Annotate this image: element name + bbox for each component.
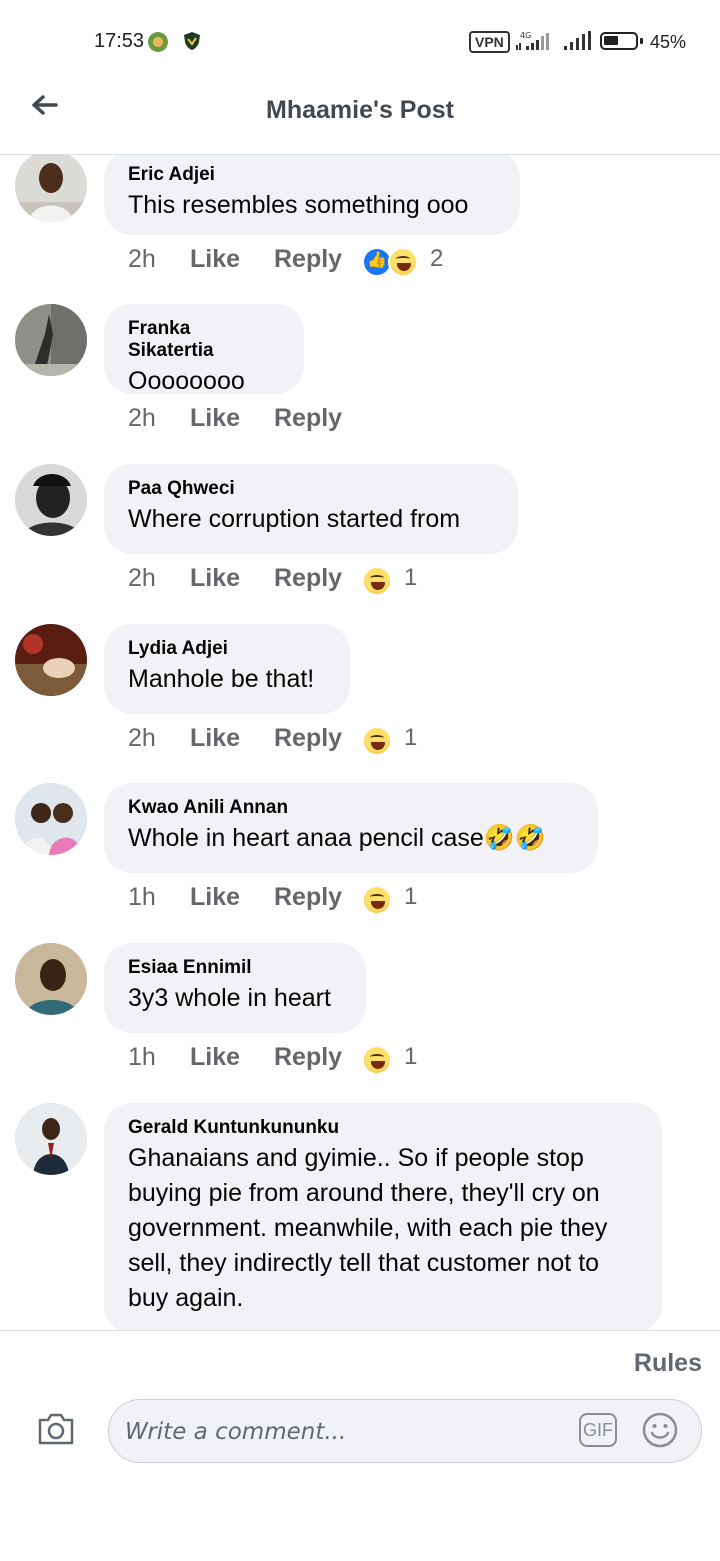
- comment-text: Where corruption started from: [128, 505, 461, 533]
- reactions-summary[interactable]: 1: [362, 883, 432, 915]
- reactions-summary[interactable]: 2: [362, 245, 452, 277]
- like-button[interactable]: Like: [190, 724, 240, 753]
- camera-icon[interactable]: [36, 1411, 76, 1447]
- reaction-count: 1: [404, 724, 418, 751]
- status-bar: 17:53 VPN 4G 45%: [0, 0, 720, 80]
- avatar[interactable]: [15, 304, 87, 376]
- comment-composer: Rules GIF: [0, 1330, 720, 1561]
- network-type: 4G: [520, 31, 531, 40]
- comment-text: Oooooooo: [128, 367, 245, 395]
- avatar[interactable]: [15, 464, 87, 536]
- avatar[interactable]: [15, 943, 87, 1015]
- signal-icon: 4G: [516, 31, 549, 50]
- reaction-count: 1: [404, 564, 418, 591]
- comment-text: Whole in heart anaa pencil case🤣🤣: [128, 824, 547, 852]
- comment-input-box[interactable]: GIF: [108, 1399, 702, 1463]
- comment-author[interactable]: Lydia Adjei: [128, 638, 326, 660]
- comment-bubble[interactable]: Esiaa Ennimil 3y3 whole in heart: [104, 943, 366, 1033]
- comment-bubble[interactable]: Lydia Adjei Manhole be that!: [104, 624, 350, 714]
- smiley-icon[interactable]: [641, 1411, 679, 1449]
- like-button[interactable]: Like: [190, 883, 240, 912]
- comment-input[interactable]: [123, 1410, 567, 1454]
- haha-reaction-icon: [362, 885, 392, 915]
- comment-bubble[interactable]: Kwao Anili Annan Whole in heart anaa pen…: [104, 783, 598, 873]
- comment-author[interactable]: Gerald Kuntunkununku: [128, 1117, 638, 1139]
- comment-bubble[interactable]: Gerald Kuntunkununku Ghanaians and gyimi…: [104, 1103, 662, 1330]
- comments-list[interactable]: Eric Adjei This resembles something ooo …: [0, 155, 720, 1330]
- gif-button[interactable]: GIF: [579, 1413, 617, 1447]
- reply-button[interactable]: Reply: [274, 724, 342, 753]
- reactions-summary[interactable]: 1: [362, 564, 432, 596]
- battery-percent: 45%: [650, 32, 687, 52]
- reply-button[interactable]: Reply: [274, 404, 342, 433]
- comment-text: Ghanaians and gyimie.. So if people stop…: [128, 1144, 608, 1312]
- reactions-summary[interactable]: 1: [362, 724, 432, 756]
- avatar[interactable]: [15, 1103, 87, 1175]
- haha-reaction-icon: [362, 1045, 392, 1075]
- avatar[interactable]: [15, 155, 87, 222]
- signal-icon: [564, 31, 591, 50]
- battery-icon: [600, 32, 643, 50]
- like-button[interactable]: Like: [190, 564, 240, 593]
- comment-author[interactable]: Kwao Anili Annan: [128, 797, 574, 819]
- haha-reaction-icon: [362, 726, 392, 756]
- page-title: Mhaamie's Post: [266, 96, 454, 124]
- comment-time: 2h: [128, 724, 156, 752]
- comment-bubble[interactable]: Eric Adjei This resembles something ooo: [104, 155, 520, 235]
- comment-time: 1h: [128, 883, 156, 911]
- reaction-count: 2: [430, 245, 444, 272]
- haha-reaction-icon: [388, 247, 418, 277]
- comment-bubble[interactable]: Paa Qhweci Where corruption started from: [104, 464, 518, 554]
- comment-bubble[interactable]: Franka Sikatertia Oooooooo: [104, 304, 304, 395]
- comment-time: 2h: [128, 564, 156, 592]
- comment-text: This resembles something ooo: [128, 191, 469, 219]
- comment-author[interactable]: Eric Adjei: [128, 164, 496, 186]
- comment-time: 1h: [128, 1043, 156, 1071]
- vpn-icon: VPN: [469, 31, 510, 53]
- rules-link[interactable]: Rules: [634, 1349, 702, 1378]
- comment-time: 2h: [128, 245, 156, 273]
- reaction-count: 1: [404, 1043, 418, 1070]
- like-button[interactable]: Like: [190, 245, 240, 274]
- reactions-summary[interactable]: 1: [362, 1043, 432, 1075]
- reply-button[interactable]: Reply: [274, 245, 342, 274]
- reply-button[interactable]: Reply: [274, 883, 342, 912]
- like-button[interactable]: Like: [190, 404, 240, 433]
- comment-text: Manhole be that!: [128, 665, 315, 693]
- reply-button[interactable]: Reply: [274, 1043, 342, 1072]
- notification-app-icon: [148, 32, 168, 52]
- comment-author[interactable]: Franka Sikatertia: [128, 318, 280, 362]
- shield-app-icon: [184, 32, 200, 50]
- avatar[interactable]: [15, 783, 87, 855]
- top-bar: Mhaamie's Post: [0, 80, 720, 155]
- comment-text: 3y3 whole in heart: [128, 984, 331, 1012]
- like-button[interactable]: Like: [190, 1043, 240, 1072]
- comment-author[interactable]: Esiaa Ennimil: [128, 957, 342, 979]
- reaction-count: 1: [404, 883, 418, 910]
- status-time: 17:53: [94, 30, 145, 52]
- comment-author[interactable]: Paa Qhweci: [128, 478, 494, 500]
- comment-time: 2h: [128, 404, 156, 432]
- avatar[interactable]: [15, 624, 87, 696]
- haha-reaction-icon: [362, 566, 392, 596]
- reply-button[interactable]: Reply: [274, 564, 342, 593]
